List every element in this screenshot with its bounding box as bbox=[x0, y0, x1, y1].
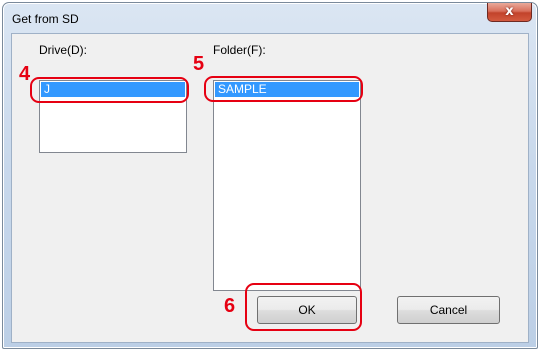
annotation-step-5: 5 bbox=[193, 53, 205, 75]
folder-listbox[interactable]: SAMPLE bbox=[213, 80, 361, 291]
drive-label: Drive(D): bbox=[39, 43, 87, 57]
dialog-title: Get from SD bbox=[12, 12, 79, 26]
annotation-box-folder bbox=[204, 76, 363, 102]
annotation-box-drive bbox=[30, 77, 189, 103]
annotation-box-ok bbox=[245, 283, 362, 331]
cancel-button[interactable]: Cancel bbox=[397, 296, 500, 324]
title-bar[interactable]: Get from SD x bbox=[3, 3, 537, 33]
annotation-step-6: 6 bbox=[224, 295, 236, 317]
close-icon: x bbox=[505, 4, 514, 19]
close-button[interactable]: x bbox=[487, 3, 532, 22]
annotation-step-4: 4 bbox=[19, 63, 31, 85]
folder-label: Folder(F): bbox=[213, 43, 266, 57]
